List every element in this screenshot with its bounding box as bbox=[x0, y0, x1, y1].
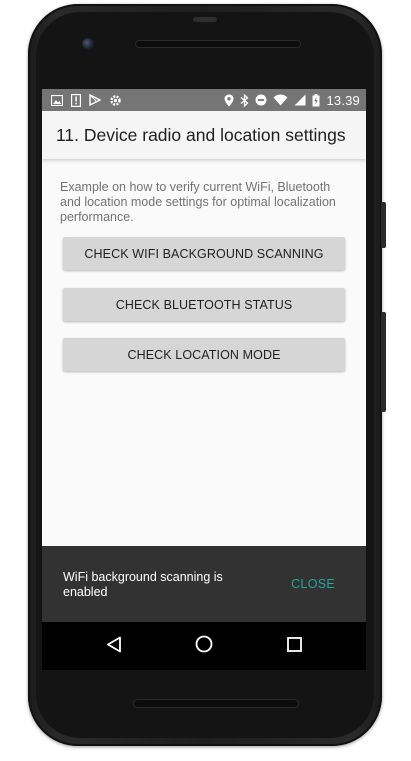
navigation-bar bbox=[42, 622, 366, 670]
home-icon bbox=[195, 635, 213, 657]
image-icon bbox=[51, 94, 63, 106]
home-button[interactable] bbox=[192, 634, 216, 658]
bottom-speaker-grille bbox=[134, 700, 298, 707]
bluetooth-icon bbox=[240, 93, 249, 107]
main-content: Example on how to verify current WiFi, B… bbox=[42, 159, 366, 546]
battery-charging-icon bbox=[312, 93, 320, 107]
play-store-icon bbox=[89, 94, 101, 106]
status-bar-notifications bbox=[42, 93, 122, 107]
front-camera bbox=[82, 38, 94, 50]
back-button[interactable] bbox=[102, 634, 126, 658]
status-bar: 13.39 bbox=[42, 89, 366, 111]
do-not-disturb-icon bbox=[255, 94, 267, 106]
status-bar-system-icons: 13.39 bbox=[224, 93, 366, 108]
status-time: 13.39 bbox=[326, 92, 360, 108]
sim-alert-icon bbox=[71, 93, 81, 107]
volume-button bbox=[381, 312, 386, 412]
check-location-mode-button[interactable]: CHECK LOCATION MODE bbox=[63, 338, 345, 371]
recents-icon bbox=[286, 636, 302, 656]
top-speaker-grille bbox=[136, 41, 300, 47]
snackbar-close-button[interactable]: CLOSE bbox=[291, 577, 335, 591]
snackbar: WiFi background scanning is enabled CLOS… bbox=[42, 546, 366, 622]
wifi-icon bbox=[273, 94, 288, 106]
check-wifi-background-scanning-button[interactable]: CHECK WIFI BACKGROUND SCANNING bbox=[63, 237, 345, 270]
recents-button[interactable] bbox=[282, 634, 306, 658]
power-button bbox=[381, 202, 386, 248]
page-title: 11. Device radio and location settings bbox=[56, 124, 346, 145]
signal-icon bbox=[294, 94, 306, 106]
app-bar: 11. Device radio and location settings bbox=[42, 111, 366, 159]
description-text: Example on how to verify current WiFi, B… bbox=[60, 180, 336, 224]
settings-gear-icon bbox=[109, 94, 122, 107]
location-icon bbox=[224, 94, 234, 107]
earpiece bbox=[193, 17, 217, 22]
check-bluetooth-status-button[interactable]: CHECK BLUETOOTH STATUS bbox=[63, 288, 345, 321]
snackbar-message: WiFi background scanning is enabled bbox=[63, 570, 223, 599]
back-icon bbox=[106, 636, 122, 657]
device-screen: 13.39 11. Device radio and location sett… bbox=[42, 89, 366, 622]
